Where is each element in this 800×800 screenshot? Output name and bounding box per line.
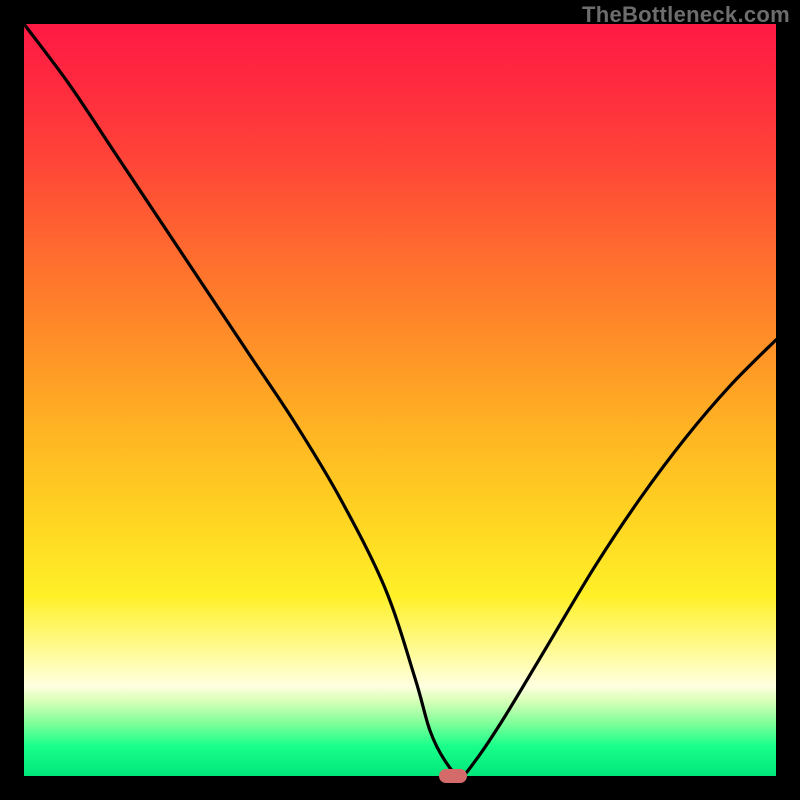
watermark-text: TheBottleneck.com [582,2,790,28]
plot-area [24,24,776,776]
bottleneck-curve [24,24,776,776]
chart-frame: TheBottleneck.com [0,0,800,800]
optimal-marker [439,769,467,783]
